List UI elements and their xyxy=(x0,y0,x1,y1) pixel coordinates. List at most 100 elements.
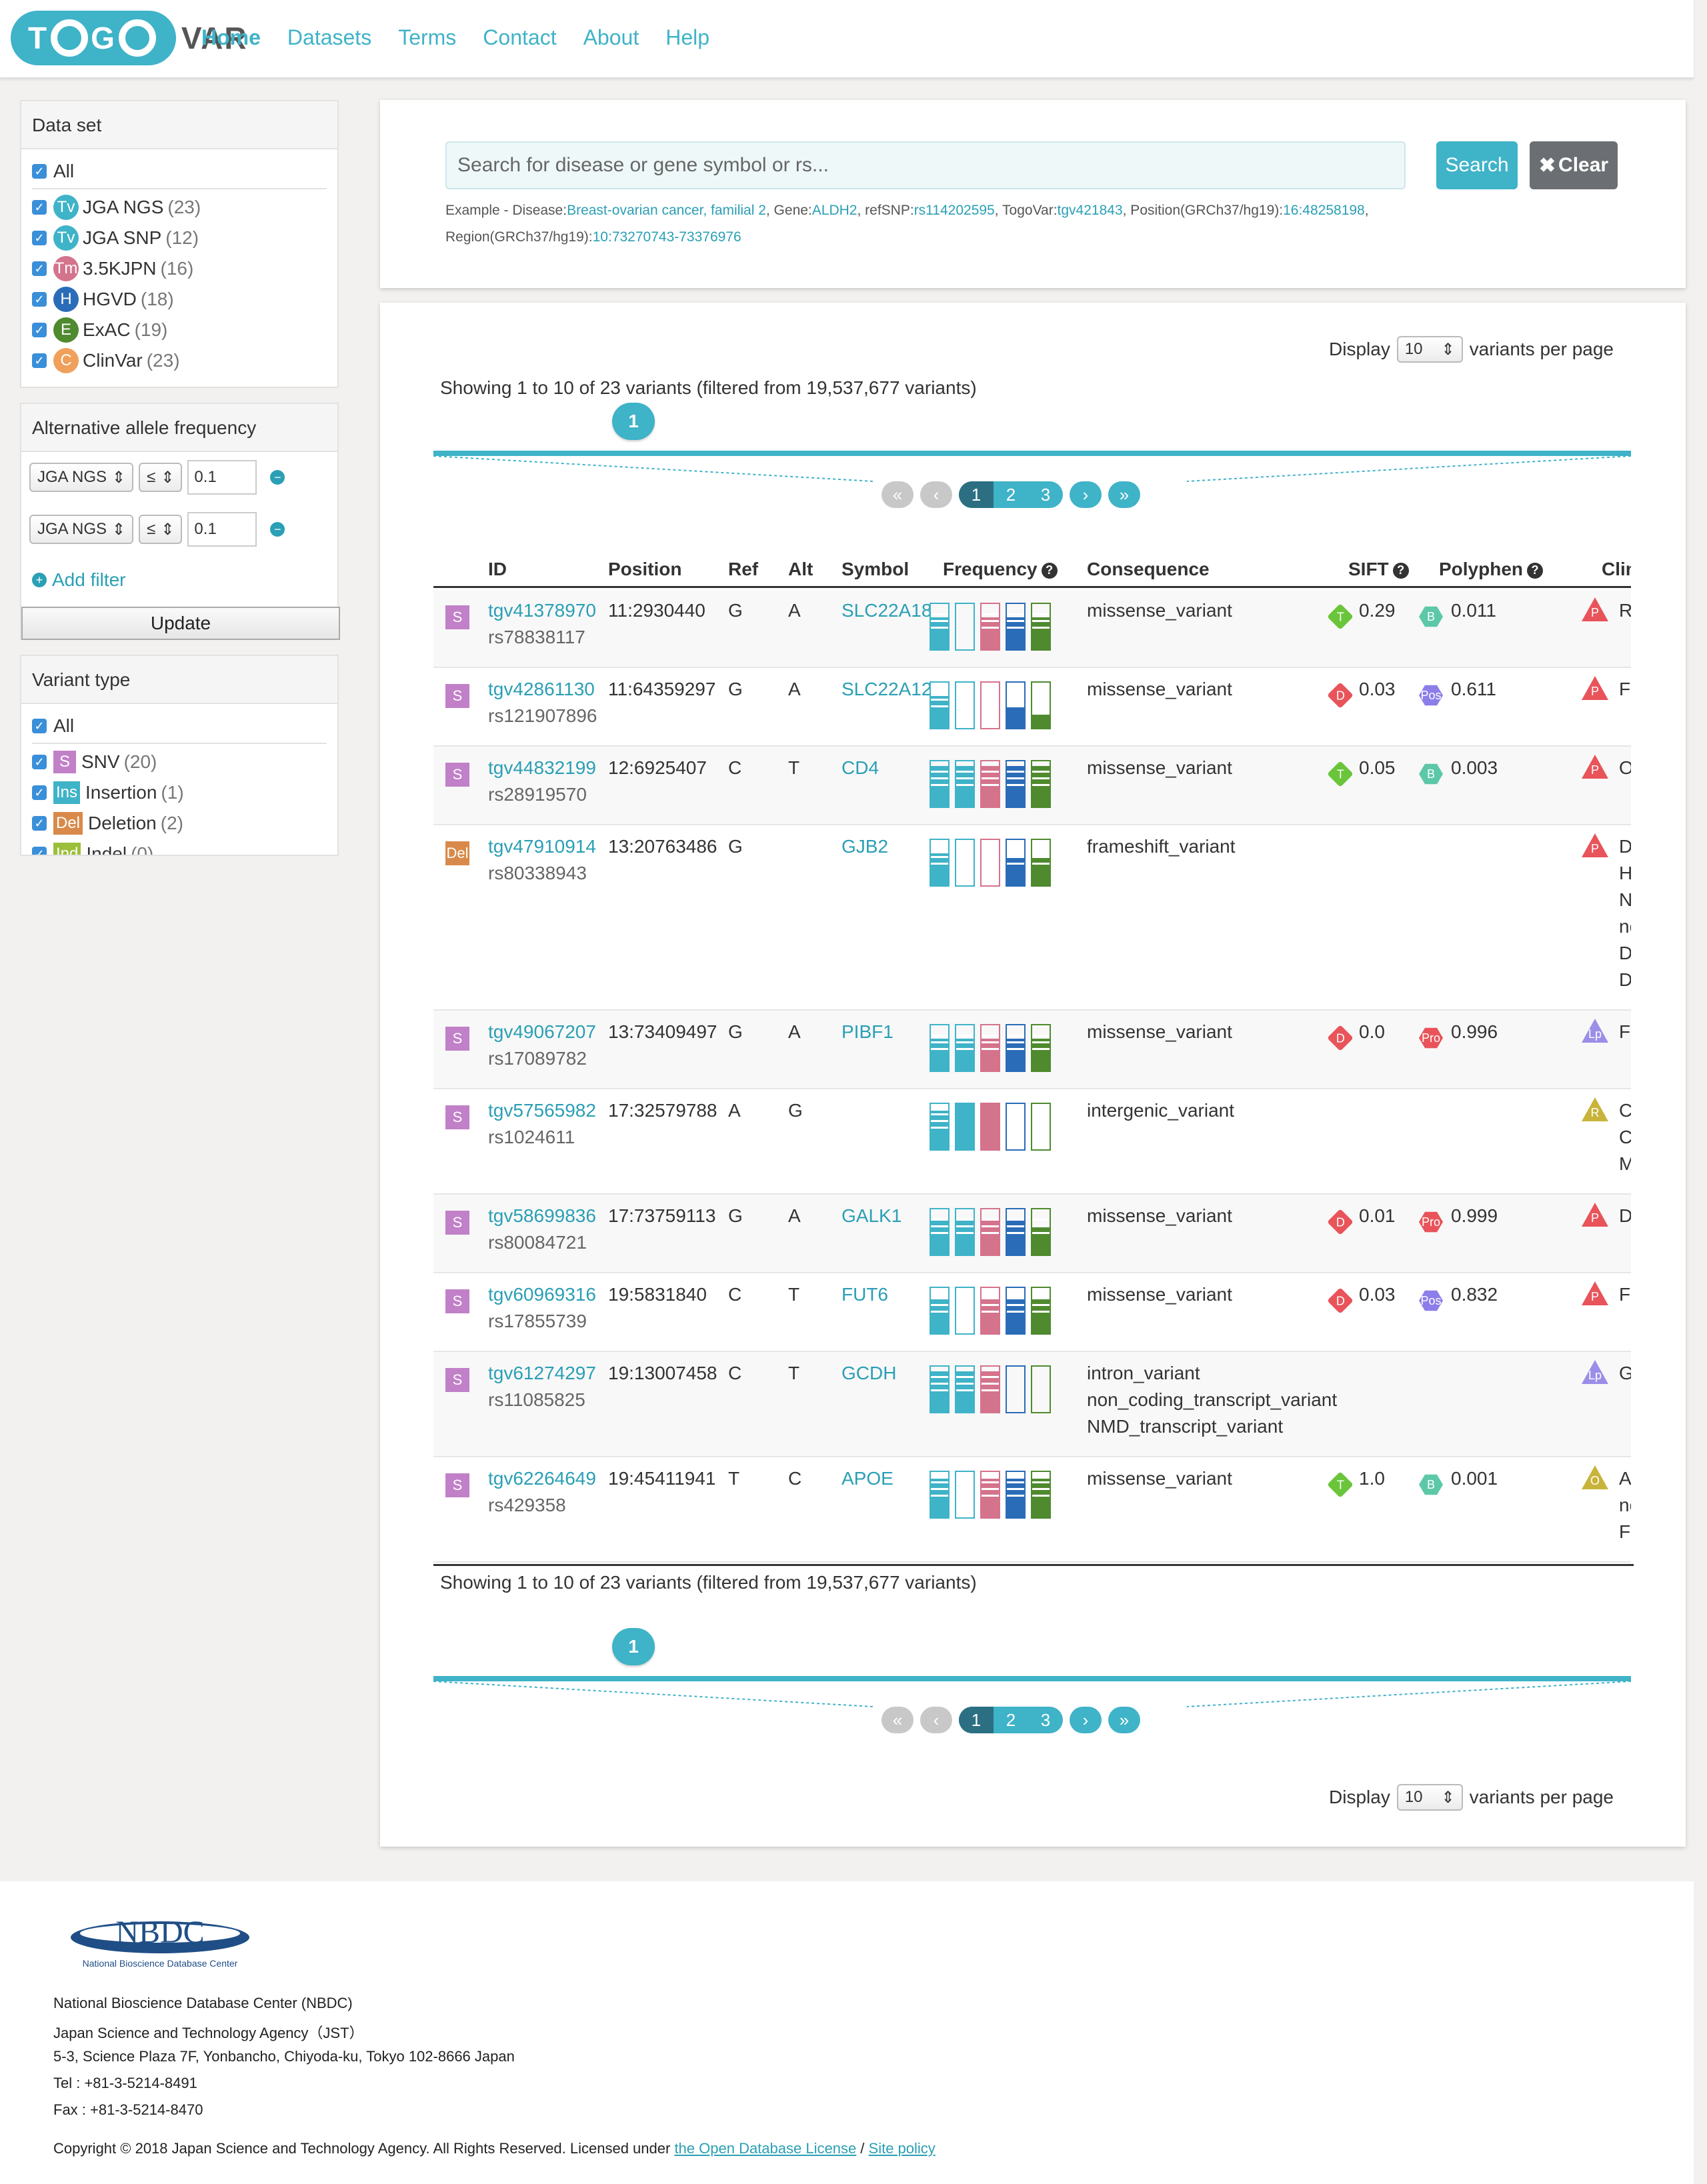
frequency-bars[interactable] xyxy=(930,1471,1051,1519)
checkbox-checked[interactable]: ✓ xyxy=(32,292,47,307)
togovar-id-link[interactable]: tgv57565982 xyxy=(488,1097,596,1124)
togovar-id-link[interactable]: tgv61274297 xyxy=(488,1360,596,1387)
gene-symbol-link[interactable]: GALK1 xyxy=(841,1203,902,1229)
col-position[interactable]: Position xyxy=(608,559,681,580)
example-position-link[interactable]: 16:48258198 xyxy=(1283,203,1365,218)
remove-filter-icon[interactable]: − xyxy=(270,522,285,537)
prev-page-button[interactable]: ‹ xyxy=(920,1707,952,1733)
gene-symbol-link[interactable]: SLC22A18 xyxy=(841,597,932,624)
open-database-license-link[interactable]: the Open Database License xyxy=(674,2140,856,2157)
per-page-select[interactable]: 10 ⇕ xyxy=(1396,1784,1463,1811)
site-policy-link[interactable]: Site policy xyxy=(869,2140,936,2157)
dataset-checkbox[interactable]: ✓ H HGVD (18) xyxy=(32,284,327,315)
example-gene-link[interactable]: ALDH2 xyxy=(812,203,858,218)
togovar-id-link[interactable]: tgv58699836 xyxy=(488,1203,596,1229)
col-consequence[interactable]: Consequence xyxy=(1087,559,1210,580)
page-3-button[interactable]: 3 xyxy=(1028,1707,1063,1733)
update-button[interactable]: Update xyxy=(21,607,340,640)
page-slider-track[interactable] xyxy=(433,1676,1631,1681)
togovar-id-link[interactable]: tgv60969316 xyxy=(488,1281,596,1308)
help-icon[interactable]: ? xyxy=(1392,562,1409,579)
dataset-checkbox[interactable]: ✓ C ClinVar (23) xyxy=(32,345,327,376)
next-page-button[interactable]: › xyxy=(1070,481,1102,508)
first-page-button[interactable]: « xyxy=(882,481,914,508)
frequency-bars[interactable] xyxy=(930,1365,1051,1413)
table-row[interactable]: Stgv62264649 rs429358 19:45411941 T C APOE mis… xyxy=(433,1457,1631,1563)
last-page-button[interactable]: » xyxy=(1108,1707,1140,1733)
frequency-bars[interactable] xyxy=(930,1024,1051,1072)
gene-symbol-link[interactable]: FUT6 xyxy=(841,1281,888,1308)
col-frequency[interactable]: Frequency? xyxy=(943,559,1058,580)
operator-select[interactable]: ≤ ⇕ xyxy=(139,463,183,492)
variant-type-checkbox[interactable]: ✓ Ins Insertion (1) xyxy=(32,777,327,808)
table-row[interactable]: Stgv60969316 rs17855739 19:5831840 C T FUT6 mi… xyxy=(433,1273,1631,1352)
frequency-input[interactable]: 0.1 xyxy=(187,460,257,495)
page-3-button[interactable]: 3 xyxy=(1028,481,1063,508)
checkbox-checked[interactable]: ✓ xyxy=(32,785,47,800)
example-region-link[interactable]: 10:73270743-73376976 xyxy=(593,229,741,245)
col-sift[interactable]: SIFT? xyxy=(1348,559,1409,580)
dataset-checkbox[interactable]: ✓ Tv JGA NGS (23) xyxy=(32,192,327,223)
col-polyphen[interactable]: Polyphen? xyxy=(1439,559,1544,580)
current-page-bubble[interactable]: 1 xyxy=(612,1628,655,1665)
col-alt[interactable]: Alt xyxy=(788,559,813,580)
frequency-bars[interactable] xyxy=(930,1208,1051,1256)
frequency-bars[interactable] xyxy=(930,1103,1051,1151)
example-refsnp-link[interactable]: rs114202595 xyxy=(914,203,995,218)
search-input[interactable]: Search for disease or gene symbol or rs.… xyxy=(445,141,1406,189)
example-disease-link[interactable]: Breast-ovarian cancer, familial 2 xyxy=(567,203,766,218)
nav-datasets[interactable]: Datasets xyxy=(287,25,371,50)
togovar-id-link[interactable]: tgv41378970 xyxy=(488,597,596,624)
checkbox-checked[interactable]: ✓ xyxy=(32,719,47,733)
togovar-id-link[interactable]: tgv44832199 xyxy=(488,755,596,781)
gene-symbol-link[interactable]: APOE xyxy=(841,1465,894,1492)
help-icon[interactable]: ? xyxy=(1041,562,1058,579)
gene-symbol-link[interactable]: SLC22A12 xyxy=(841,676,932,703)
frequency-input[interactable]: 0.1 xyxy=(187,512,257,547)
gene-symbol-link[interactable]: GJB2 xyxy=(841,833,888,860)
checkbox-checked[interactable]: ✓ xyxy=(32,816,47,831)
variant-type-checkbox[interactable]: ✓ Ind Indel (0) xyxy=(32,839,327,855)
col-symbol[interactable]: Symbol xyxy=(841,559,909,580)
variant-type-checkbox[interactable]: ✓ Del Deletion (2) xyxy=(32,808,327,839)
page-2-button[interactable]: 2 xyxy=(994,1707,1028,1733)
togovar-id-link[interactable]: tgv49067207 xyxy=(488,1019,596,1045)
checkbox-checked[interactable]: ✓ xyxy=(32,847,47,855)
frequency-bars[interactable] xyxy=(930,839,1051,887)
table-row[interactable]: Stgv49067207 rs17089782 13:73409497 G A PIBF1… xyxy=(433,1011,1631,1089)
nav-home[interactable]: Home xyxy=(201,25,261,50)
variant-type-all-checkbox[interactable]: ✓ All xyxy=(32,711,327,741)
checkbox-checked[interactable]: ✓ xyxy=(32,755,47,769)
dataset-select[interactable]: JGA NGS ⇕ xyxy=(29,463,134,492)
first-page-button[interactable]: « xyxy=(882,1707,914,1733)
variant-type-checkbox[interactable]: ✓ S SNV (20) xyxy=(32,747,327,777)
nav-help[interactable]: Help xyxy=(665,25,709,50)
gene-symbol-link[interactable]: CD4 xyxy=(841,755,879,781)
clear-button[interactable]: ✖ Clear xyxy=(1530,141,1618,189)
checkbox-checked[interactable]: ✓ xyxy=(32,323,47,337)
checkbox-checked[interactable]: ✓ xyxy=(32,353,47,368)
nbdc-logo[interactable]: NBDC National Bioscience Database Center xyxy=(69,1905,256,1972)
gene-symbol-link[interactable]: PIBF1 xyxy=(841,1019,894,1045)
col-id[interactable]: ID xyxy=(488,559,507,580)
last-page-button[interactable]: » xyxy=(1108,481,1140,508)
page-1-button[interactable]: 1 xyxy=(959,1707,994,1733)
dataset-all-checkbox[interactable]: ✓ All xyxy=(32,156,327,187)
nav-contact[interactable]: Contact xyxy=(483,25,556,50)
help-icon[interactable]: ? xyxy=(1527,562,1544,579)
example-togovar-link[interactable]: tgv421843 xyxy=(1058,203,1123,218)
frequency-bars[interactable] xyxy=(930,760,1051,808)
frequency-bars[interactable] xyxy=(930,681,1051,729)
togovar-id-link[interactable]: tgv62264649 xyxy=(488,1465,596,1492)
table-row[interactable]: Stgv44832199 rs28919570 12:6925407 C T CD4 mis… xyxy=(433,747,1631,825)
table-row[interactable]: Stgv41378970 rs78838117 11:2930440 G A SLC22A… xyxy=(433,589,1631,668)
search-button[interactable]: Search xyxy=(1436,141,1518,189)
col-clinical[interactable]: Clin xyxy=(1602,559,1631,580)
table-row[interactable]: Stgv61274297 rs11085825 19:13007458 C T GCDH i… xyxy=(433,1352,1631,1457)
add-filter-link[interactable]: + Add filter xyxy=(32,569,126,591)
dataset-checkbox[interactable]: ✓ Tm 3.5KJPN (16) xyxy=(32,253,327,284)
dataset-checkbox[interactable]: ✓ E ExAC (19) xyxy=(32,315,327,345)
table-row[interactable]: Stgv58699836 rs80084721 17:73759113 G A GALK1… xyxy=(433,1195,1631,1273)
frequency-bars[interactable] xyxy=(930,603,1051,651)
per-page-select[interactable]: 10 ⇕ xyxy=(1396,336,1463,363)
